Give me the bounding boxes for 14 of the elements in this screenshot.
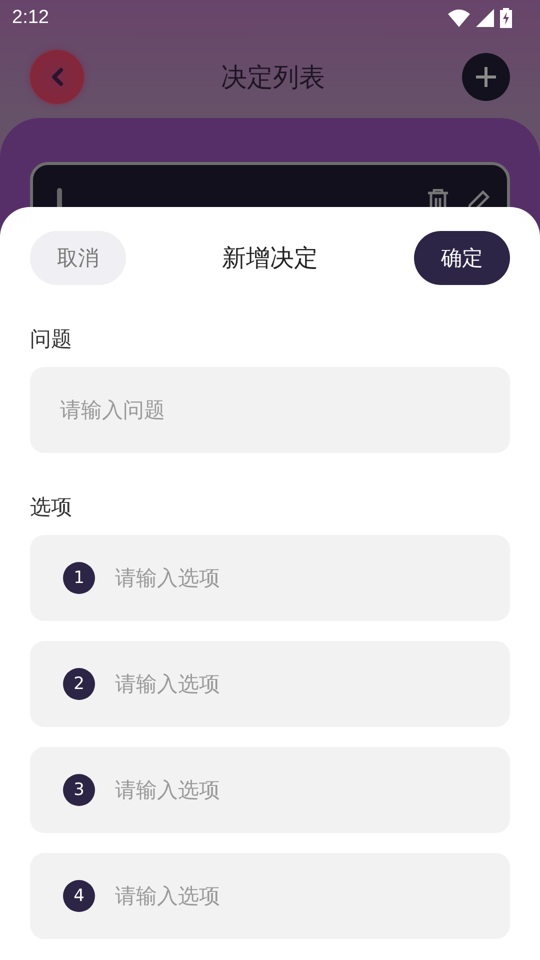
battery-icon	[500, 8, 512, 28]
question-field[interactable]: 请输入问题	[30, 367, 510, 453]
status-time: 2:12	[12, 7, 49, 29]
chevron-left-icon	[50, 67, 64, 87]
field-label: 问题	[30, 326, 73, 353]
signal-icon	[476, 9, 494, 27]
wifi-icon	[448, 9, 470, 27]
add-button[interactable]	[462, 53, 510, 101]
page-title: 决定列表	[221, 62, 325, 94]
sheet-title: 新增决定	[222, 243, 318, 274]
field-label: 选项	[30, 494, 73, 521]
plus-icon	[475, 66, 497, 88]
confirm-button[interactable]: 确定	[414, 231, 510, 285]
cancel-button[interactable]: 取消	[30, 231, 126, 285]
